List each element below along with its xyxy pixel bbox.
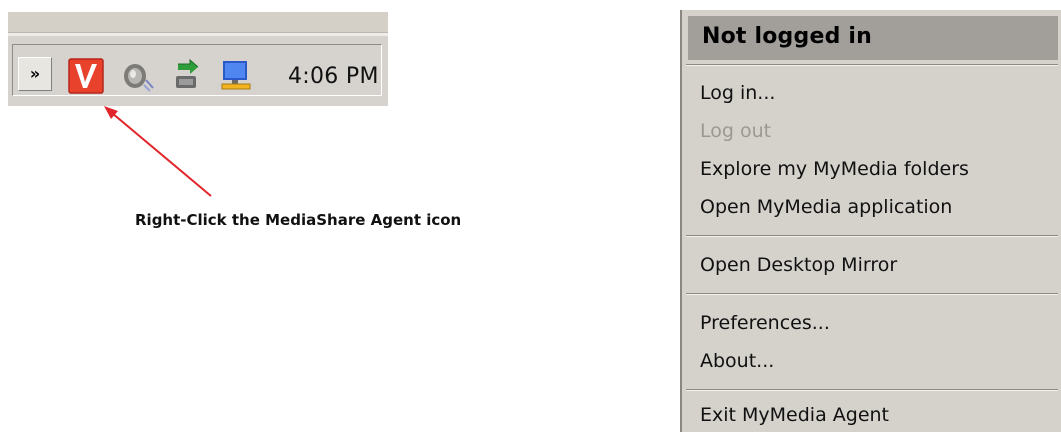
clock[interactable]: 4:06 PM [288,64,379,89]
speaker-icon[interactable] [120,58,156,94]
context-menu: Not logged in Log in... Log out Explore … [680,10,1061,432]
menu-item-open-application[interactable]: Open MyMedia application [700,196,952,218]
menu-item-exit-agent[interactable]: Exit MyMedia Agent [700,404,889,426]
menu-separator [686,293,1058,295]
menu-item-preferences[interactable]: Preferences... [700,312,830,334]
menu-item-log-in[interactable]: Log in... [700,82,775,104]
menu-separator [686,64,1058,66]
menu-item-log-out: Log out [700,120,772,142]
menu-item-explore-folders[interactable]: Explore my MyMedia folders [700,158,969,180]
network-connection-icon[interactable] [170,58,206,94]
show-hidden-icons-button[interactable]: » [18,57,52,91]
mediashare-agent-icon[interactable] [68,58,104,94]
menu-separator [686,389,1058,391]
login-status: Not logged in [702,24,872,49]
menu-item-about[interactable]: About... [700,350,774,372]
menu-header: Not logged in [688,16,1058,60]
menu-item-open-desktop-mirror[interactable]: Open Desktop Mirror [700,254,897,276]
network-computer-icon[interactable] [218,58,254,94]
callout-text: Right-Click the MediaShare Agent icon [135,211,462,229]
taskbar-top-band [8,12,388,32]
taskbar-divider [8,32,388,36]
menu-separator [686,235,1058,237]
system-tray: » 4:06 PM [8,12,388,106]
